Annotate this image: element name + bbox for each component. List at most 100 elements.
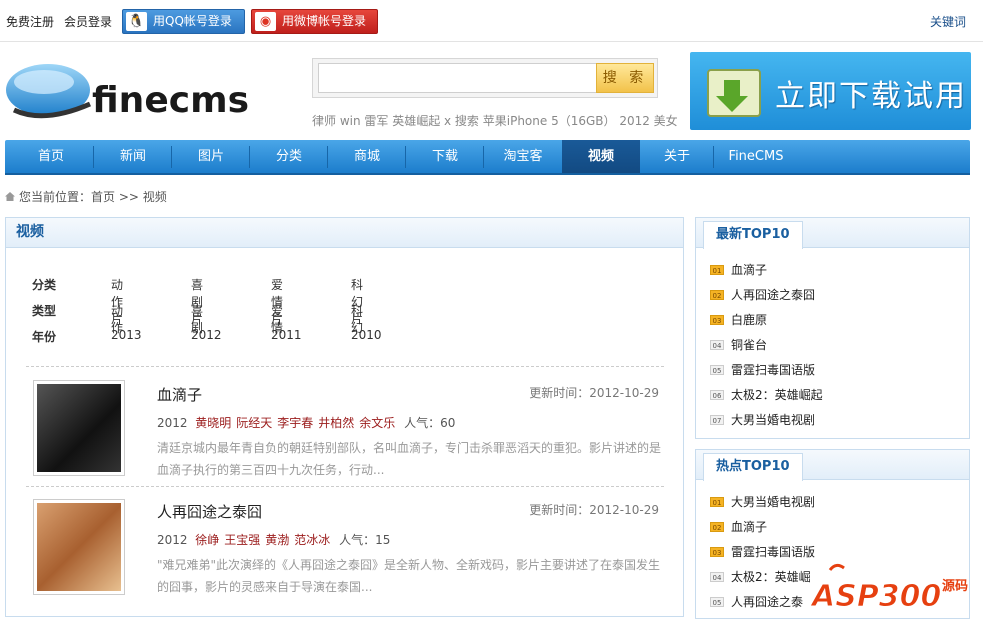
main-nav: 首页 新闻 图片 分类 商城 下载 淘宝客 视频 关于 FineCMS <box>5 140 970 175</box>
logo-text: finecms <box>92 80 249 121</box>
rank-badge: 05 <box>710 365 724 375</box>
list-item[interactable]: 04 太极2：英雄崛 <box>710 568 811 585</box>
list-item[interactable]: 02 人再囧途之泰囧 <box>710 286 815 303</box>
list-item[interactable]: 02 血滴子 <box>710 518 767 535</box>
filter-option[interactable]: 2013 <box>111 328 142 342</box>
panel-header: 热点TOP10 <box>696 450 969 481</box>
nav-category[interactable]: 分类 <box>250 140 328 173</box>
video-meta: 2012 黄晓明 阮经天 李宇春 井柏然 余文乐 人气：60 <box>157 414 455 431</box>
search-button[interactable]: 搜 索 <box>596 63 654 93</box>
video-year: 2012 <box>157 533 188 547</box>
update-time: 更新时间：2012-10-29 <box>529 386 659 400</box>
panel-title: 视频 <box>6 218 683 248</box>
top-bar: 免费注册 会员登录 🐧 用QQ帐号登录 ◉ 用微博帐号登录 关键词 <box>0 0 983 42</box>
list-item[interactable]: 03 白鹿原 <box>710 311 767 328</box>
finecms-logo-icon: finecms <box>6 64 249 121</box>
poster-image[interactable] <box>33 499 125 595</box>
qq-penguin-icon: 🐧 <box>126 12 147 31</box>
rank-badge: 04 <box>710 340 724 350</box>
video-year: 2012 <box>157 416 188 430</box>
filter-label: 类型 <box>32 304 57 318</box>
actor-link[interactable]: 黄渤 <box>265 533 289 547</box>
nav-taobaoke[interactable]: 淘宝客 <box>484 140 562 173</box>
keywords-link[interactable]: 关键词 <box>930 13 966 30</box>
weibo-login-label: 用微博帐号登录 <box>282 14 367 28</box>
list-item[interactable]: 04 铜雀台 <box>710 336 767 353</box>
register-link[interactable]: 免费注册 <box>6 13 54 30</box>
rank-badge: 01 <box>710 497 724 507</box>
nav-mall[interactable]: 商城 <box>328 140 406 173</box>
divider <box>26 366 664 367</box>
filter-label: 分类 <box>32 278 57 292</box>
list-item[interactable]: 06 太极2：英雄崛起 <box>710 386 823 403</box>
watermark-suffix: 源码 <box>942 578 968 594</box>
poster-image[interactable] <box>33 380 125 476</box>
breadcrumb-text[interactable]: 您当前位置：首页 >> 视频 <box>19 190 167 204</box>
qq-login-button[interactable]: 🐧 用QQ帐号登录 <box>122 9 245 34</box>
list-item[interactable]: 05 雷霆扫毒国语版 <box>710 361 815 378</box>
nav-home[interactable]: 首页 <box>5 140 97 173</box>
download-trial-banner[interactable]: 立即下载试用 <box>690 52 971 130</box>
list-item[interactable]: 01 大男当婚电视剧 <box>710 493 815 510</box>
nav-news[interactable]: 新闻 <box>94 140 172 173</box>
nav-download[interactable]: 下载 <box>406 140 484 173</box>
list-item[interactable]: 01 血滴子 <box>710 261 767 278</box>
list-item[interactable]: 07 大男当婚电视剧 <box>710 411 815 428</box>
list-item-text: 血滴子 <box>731 263 768 277</box>
filter-option[interactable]: 2010 <box>351 328 382 342</box>
latest-top10-title: 最新TOP10 <box>703 221 803 249</box>
search-input[interactable] <box>318 63 602 93</box>
rank-badge: 01 <box>710 265 724 275</box>
list-item-text: 雷霆扫毒国语版 <box>731 363 816 377</box>
video-title[interactable]: 血滴子 <box>157 384 202 405</box>
rank-badge: 04 <box>710 572 724 582</box>
hot-search-terms[interactable]: 律师 win 雷军 英雄崛起 x 搜索 苹果iPhone 5（16GB） 201… <box>312 112 678 129</box>
home-icon <box>5 192 15 201</box>
list-item-text: 太极2：英雄崛起 <box>731 388 823 402</box>
filter-label: 年份 <box>32 330 57 344</box>
panel-header: 最新TOP10 <box>696 218 969 249</box>
member-login-link[interactable]: 会员登录 <box>64 13 112 30</box>
rank-badge: 02 <box>710 290 724 300</box>
actor-link[interactable]: 徐峥 <box>195 533 219 547</box>
rank-badge: 03 <box>710 547 724 557</box>
actor-link[interactable]: 余文乐 <box>359 416 395 430</box>
video-title[interactable]: 人再囧途之泰囧 <box>157 501 262 522</box>
list-item-text: 血滴子 <box>731 520 768 534</box>
weibo-icon: ◉ <box>255 12 276 31</box>
list-item-text: 大男当婚电视剧 <box>731 495 816 509</box>
video-meta: 2012 徐峥 王宝强 黄渤 范冰冰 人气：15 <box>157 531 390 548</box>
actor-link[interactable]: 王宝强 <box>224 533 260 547</box>
actor-link[interactable]: 黄晓明 <box>195 416 231 430</box>
actor-link[interactable]: 阮经天 <box>236 416 272 430</box>
actor-link[interactable]: 井柏然 <box>318 416 354 430</box>
list-item-text: 铜雀台 <box>731 338 768 352</box>
nav-finecms[interactable]: FineCMS <box>714 140 798 173</box>
asp300-watermark-logo: ASP300 源码 <box>810 560 983 615</box>
filter-option[interactable]: 2011 <box>271 328 302 342</box>
list-item-text: 雷霆扫毒国语版 <box>731 545 816 559</box>
list-item[interactable]: 03 雷霆扫毒国语版 <box>710 543 815 560</box>
nav-video[interactable]: 视频 <box>562 140 640 173</box>
divider <box>26 486 664 487</box>
rank-badge: 06 <box>710 390 724 400</box>
video-description: 清廷京城内最年青自负的朝廷特别部队，名叫血滴子，专门击杀罪恶滔天的重犯。影片讲述… <box>157 441 662 477</box>
rank-badge: 05 <box>710 597 724 607</box>
site-logo[interactable]: finecms <box>4 52 274 127</box>
popularity: 人气：15 <box>339 533 391 547</box>
list-item[interactable]: 05 人再囧途之泰 <box>710 593 803 610</box>
actor-link[interactable]: 范冰冰 <box>294 533 330 547</box>
list-item-text: 大男当婚电视剧 <box>731 413 816 427</box>
rank-badge: 03 <box>710 315 724 325</box>
actor-link[interactable]: 李宇春 <box>277 416 313 430</box>
nav-pictures[interactable]: 图片 <box>172 140 250 173</box>
download-label: 立即下载试用 <box>775 79 967 114</box>
rank-badge: 07 <box>710 415 724 425</box>
list-item-text: 太极2：英雄崛 <box>731 570 811 584</box>
breadcrumb: 您当前位置：首页 >> 视频 <box>5 188 167 205</box>
video-description: "难兄难弟"此次演绎的《人再囧途之泰囧》是全新人物、全新戏码，影片主要讲述了在泰… <box>157 558 661 594</box>
weibo-login-button[interactable]: ◉ 用微博帐号登录 <box>251 9 378 34</box>
nav-about[interactable]: 关于 <box>640 140 714 173</box>
filter-option[interactable]: 2012 <box>191 328 222 342</box>
update-time: 更新时间：2012-10-29 <box>529 503 659 517</box>
